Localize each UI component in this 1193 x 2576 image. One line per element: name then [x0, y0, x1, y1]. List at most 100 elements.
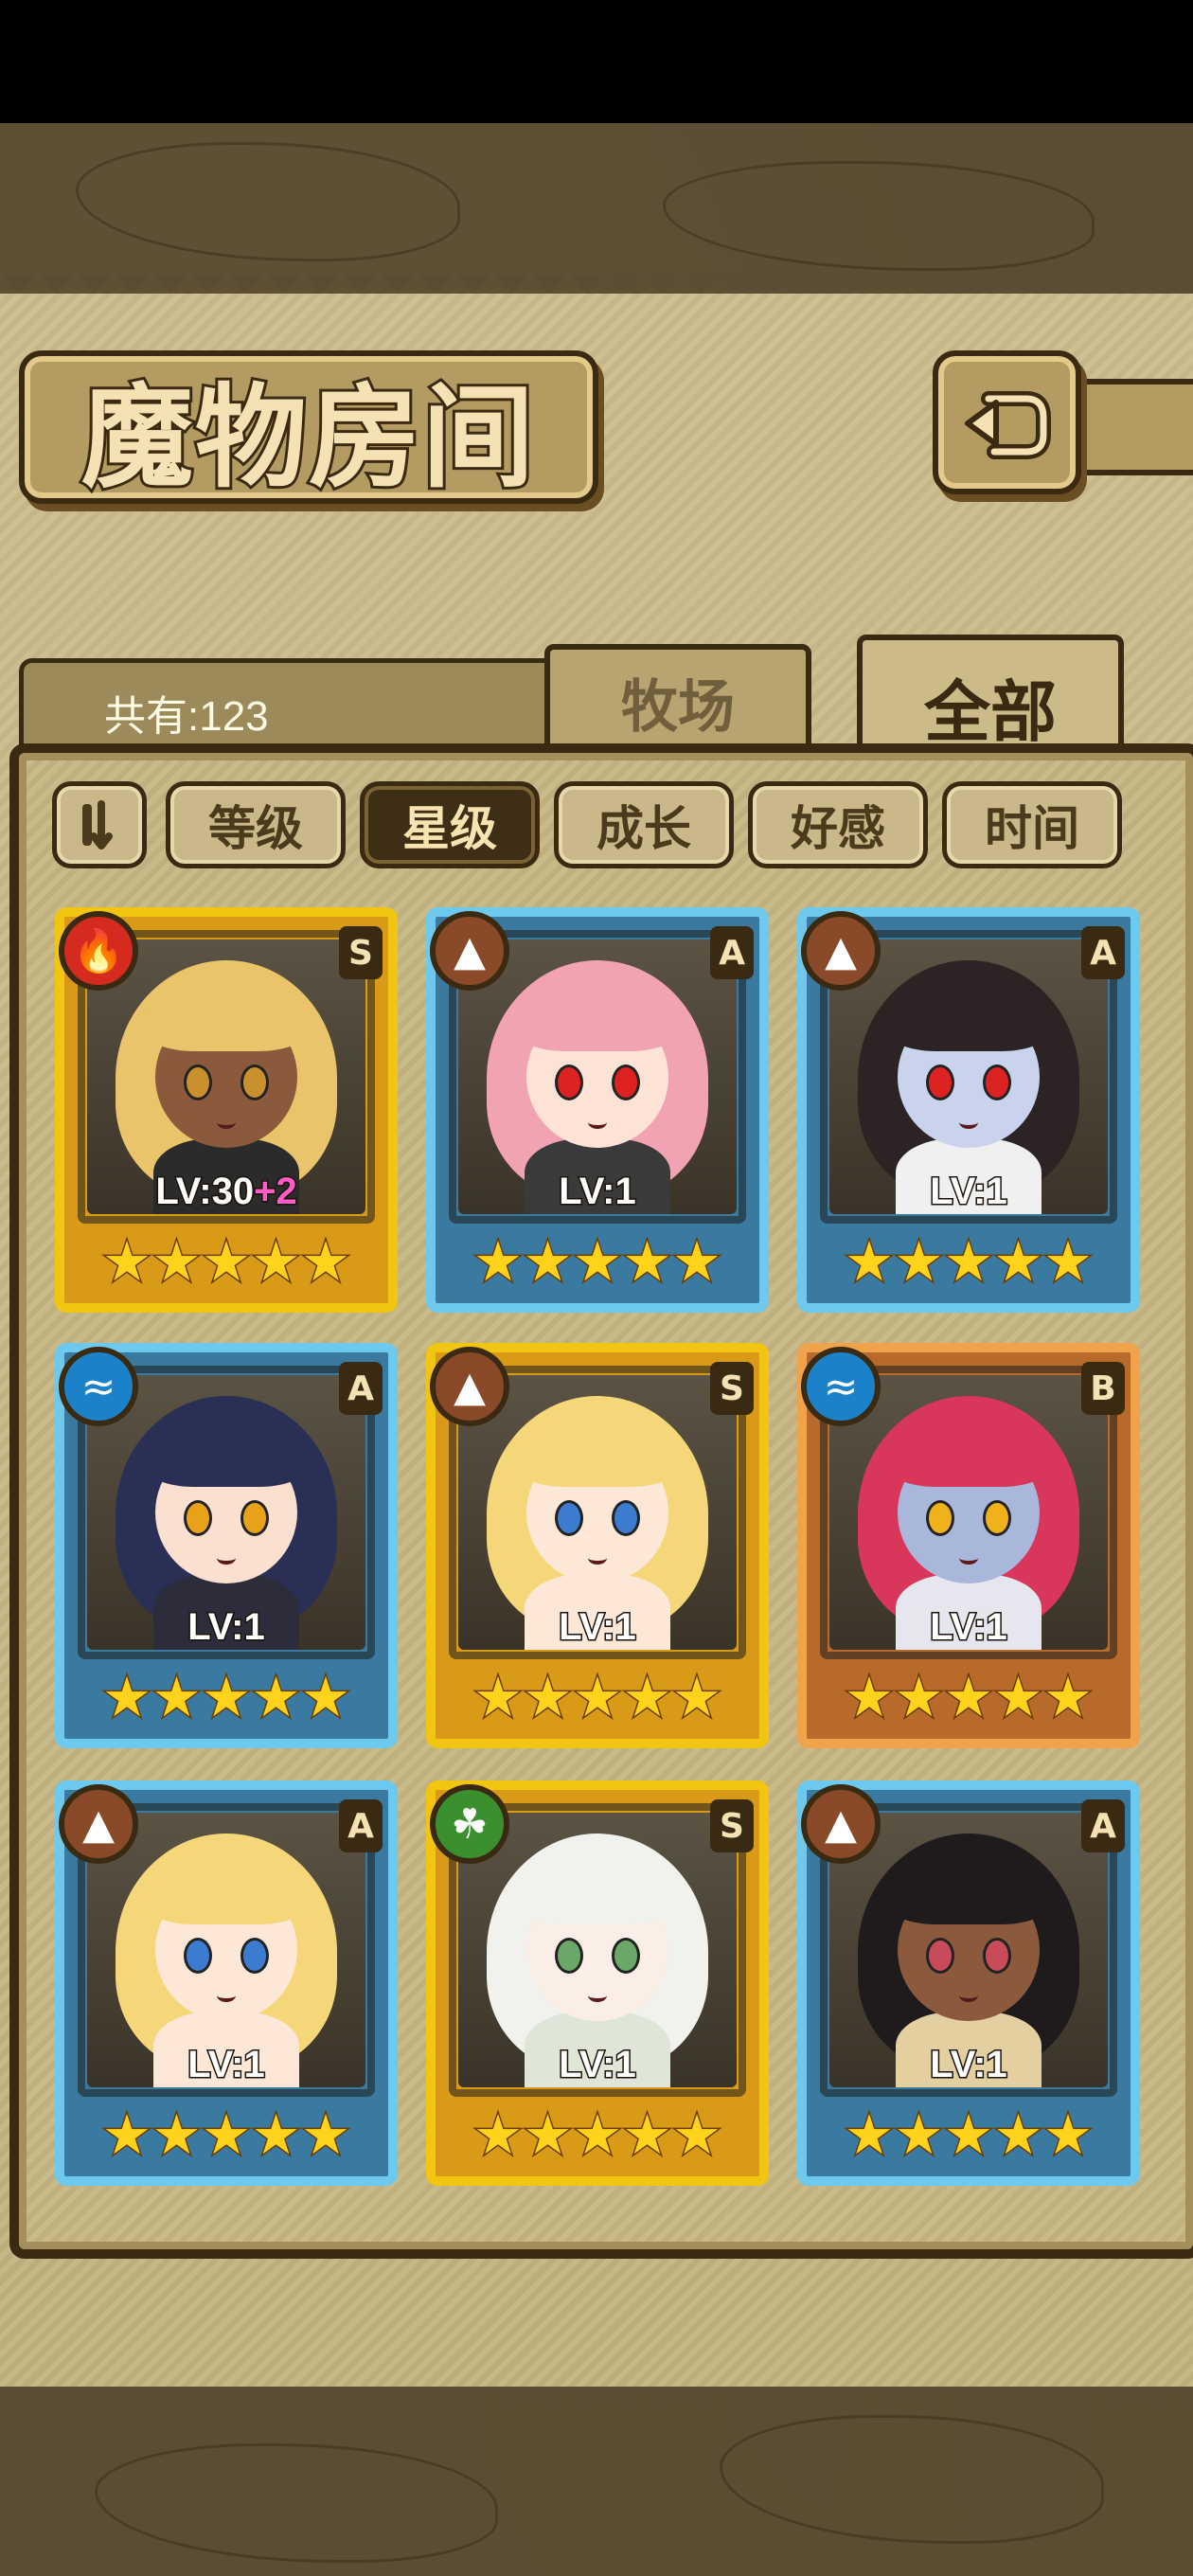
star-rating: ★ ★ ★ ★ ★ — [844, 1665, 1095, 1729]
star-icon: ★ — [992, 1665, 1044, 1729]
star-icon: ★ — [844, 1665, 896, 1729]
torn-edge-bottom — [0, 2387, 1193, 2424]
star-icon: ★ — [101, 2102, 153, 2167]
level-value: LV:1 — [929, 2043, 1008, 2087]
wind-icon: ☘ — [430, 1784, 509, 1864]
back-button[interactable] — [933, 350, 1081, 494]
level-value: LV:1 — [929, 1605, 1008, 1650]
star-icon: ★ — [1042, 1665, 1095, 1729]
star-icon: ★ — [893, 1665, 945, 1729]
grade-badge: A — [339, 1799, 383, 1852]
star-icon: ★ — [522, 1229, 574, 1294]
star-icon: ★ — [101, 1665, 153, 1729]
star-icon: ★ — [671, 1665, 723, 1729]
star-rating: ★ ★ ★ ★ ★ — [472, 1665, 723, 1729]
star-icon: ★ — [300, 2102, 352, 2167]
earth-icon: ▲ — [430, 911, 509, 991]
star-icon: ★ — [621, 1665, 673, 1729]
earth-icon: ▲ — [430, 1347, 509, 1426]
star-icon: ★ — [844, 2102, 896, 2167]
sort-by-star-button[interactable]: 星级 — [360, 781, 540, 868]
star-icon: ★ — [893, 1229, 945, 1294]
star-icon: ★ — [572, 2102, 624, 2167]
monster-card[interactable]: ▲ A LV:1 ★ ★ ★ ★ ★ — [797, 1780, 1140, 2186]
grade-badge: S — [339, 926, 383, 979]
level-value: LV:1 — [558, 1605, 637, 1650]
torn-edge-top — [0, 275, 1193, 313]
star-icon: ★ — [671, 1229, 723, 1294]
monster-card[interactable]: 🔥 S LV:30+2 ★ ★ ★ ★ ★ — [55, 907, 398, 1313]
tab-ranch[interactable]: 牧场 — [544, 644, 811, 760]
star-icon: ★ — [621, 2102, 673, 2167]
level-value: LV:1 — [558, 1170, 637, 1214]
star-icon: ★ — [300, 1229, 352, 1294]
star-rating: ★ ★ ★ ★ ★ — [844, 2102, 1095, 2167]
star-icon: ★ — [893, 2102, 945, 2167]
star-icon: ★ — [250, 2102, 302, 2167]
sort-order-button[interactable] — [52, 781, 147, 868]
monster-card[interactable]: ≈ A LV:1 ★ ★ ★ ★ ★ — [55, 1343, 398, 1748]
earth-icon: ▲ — [59, 1784, 138, 1864]
level-value: LV:1 — [929, 1170, 1008, 1214]
star-rating: ★ ★ ★ ★ ★ — [101, 2102, 352, 2167]
earth-icon: ▲ — [801, 1784, 881, 1864]
page-title: 魔物房间 — [79, 368, 537, 506]
grade-badge: S — [710, 1362, 754, 1415]
monster-card[interactable]: ▲ A LV:1 ★ ★ ★ ★ ★ — [426, 907, 769, 1313]
sort-by-affection-button[interactable]: 好感 — [748, 781, 928, 868]
monster-card[interactable]: ≈ B LV:1 ★ ★ ★ ★ ★ — [797, 1343, 1140, 1748]
star-icon: ★ — [992, 1229, 1044, 1294]
map-decoration — [663, 161, 1095, 271]
star-rating: ★ ★ ★ ★ ★ — [472, 2102, 723, 2167]
monster-card[interactable]: ▲ A LV:1 ★ ★ ★ ★ ★ — [55, 1780, 398, 2186]
level-bonus: +2 — [253, 1170, 299, 1214]
fire-icon: 🔥 — [59, 911, 138, 991]
grade-badge: S — [710, 1799, 754, 1852]
level-label: LV:30+2 — [64, 1170, 388, 1214]
star-icon: ★ — [472, 1229, 525, 1294]
monster-card[interactable]: ▲ S LV:1 ★ ★ ★ ★ ★ — [426, 1343, 769, 1748]
star-rating: ★ ★ ★ ★ ★ — [844, 1229, 1095, 1294]
earth-icon: ▲ — [801, 911, 881, 991]
star-icon: ★ — [1042, 2102, 1095, 2167]
water-icon: ≈ — [59, 1347, 138, 1426]
sort-label: 等级 — [208, 801, 303, 856]
grade-badge: A — [1081, 926, 1125, 979]
level-value: LV:30 — [154, 1170, 256, 1214]
tab-label: 牧场 — [621, 673, 735, 741]
sort-by-time-button[interactable]: 时间 — [942, 781, 1122, 868]
grade-badge: A — [710, 926, 754, 979]
level-label: LV:1 — [807, 2043, 1131, 2087]
water-icon: ≈ — [801, 1347, 881, 1426]
star-icon: ★ — [250, 1229, 302, 1294]
star-icon: ★ — [201, 1229, 253, 1294]
star-icon: ★ — [844, 1229, 896, 1294]
star-icon: ★ — [151, 2102, 203, 2167]
sort-label: 时间 — [985, 801, 1079, 856]
star-icon: ★ — [151, 1665, 203, 1729]
level-label: LV:1 — [807, 1605, 1131, 1650]
level-value: LV:1 — [187, 1605, 266, 1650]
monster-card[interactable]: ▲ A LV:1 ★ ★ ★ ★ ★ — [797, 907, 1140, 1313]
star-icon: ★ — [943, 1229, 995, 1294]
star-rating: ★ ★ ★ ★ ★ — [101, 1229, 352, 1294]
sort-by-level-button[interactable]: 等级 — [166, 781, 346, 868]
sort-order-icon — [82, 800, 113, 850]
star-icon: ★ — [250, 1665, 302, 1729]
sort-by-growth-button[interactable]: 成长 — [554, 781, 734, 868]
map-decoration — [76, 142, 460, 261]
star-icon: ★ — [572, 1665, 624, 1729]
star-icon: ★ — [472, 1665, 525, 1729]
map-decoration — [720, 2415, 1104, 2544]
star-icon: ★ — [101, 1229, 153, 1294]
star-rating: ★ ★ ★ ★ ★ — [101, 1665, 352, 1729]
star-icon: ★ — [621, 1229, 673, 1294]
grade-badge: B — [1081, 1362, 1125, 1415]
grade-badge: A — [339, 1362, 383, 1415]
star-icon: ★ — [671, 2102, 723, 2167]
monster-count: 共有:123 — [104, 693, 269, 740]
star-icon: ★ — [201, 2102, 253, 2167]
level-label: LV:1 — [807, 1170, 1131, 1214]
monster-card[interactable]: ☘ S LV:1 ★ ★ ★ ★ ★ — [426, 1780, 769, 2186]
back-rail — [1065, 379, 1193, 475]
